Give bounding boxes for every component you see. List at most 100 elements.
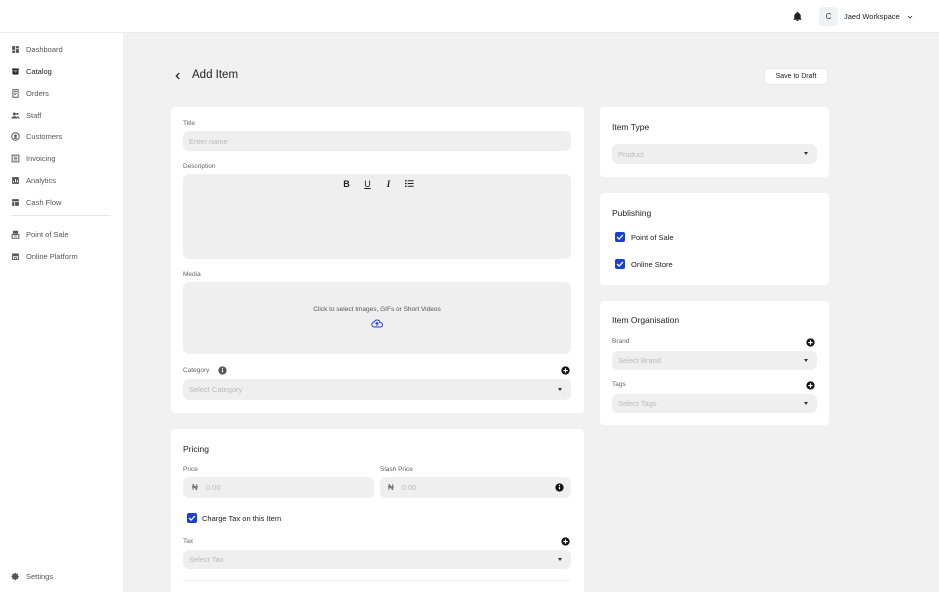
invoicing-icon — [11, 154, 20, 162]
item-type-value: Product — [618, 149, 644, 159]
sidebar-item-invoicing[interactable]: Invoicing — [11, 152, 56, 164]
caret-down-icon — [804, 401, 808, 405]
sidebar-item-analytics[interactable]: Analytics — [11, 174, 56, 186]
pricing-heading: Pricing — [183, 444, 209, 454]
online-store-checkbox[interactable] — [615, 259, 625, 269]
item-organisation-heading: Item Organisation — [612, 315, 680, 325]
media-label: Media — [183, 271, 201, 278]
media-hint: Click to select Images, GIFs or Short Vi… — [313, 306, 441, 313]
customers-icon — [11, 131, 20, 141]
sidebar: Dashboard Catalog Orders Staff Customers… — [0, 33, 123, 592]
sidebar-item-customers[interactable]: Customers — [11, 130, 62, 142]
item-type-select[interactable]: Product — [612, 144, 817, 164]
caret-down-icon — [558, 557, 562, 561]
tax-placeholder: Select Tax — [189, 555, 224, 564]
price-placeholder: 0.00 — [205, 483, 221, 492]
price-currency: ₦ — [192, 483, 198, 492]
staff-icon — [11, 112, 20, 118]
dashboard-icon — [12, 45, 19, 53]
check-icon — [188, 515, 196, 521]
add-tax-icon[interactable] — [561, 537, 570, 546]
sidebar-item-label: Settings — [26, 571, 54, 581]
pricing-divider — [183, 580, 571, 581]
add-category-icon[interactable] — [561, 366, 570, 375]
bold-icon[interactable]: B — [341, 179, 352, 189]
description-label: Description — [183, 163, 216, 170]
sidebar-item-point-of-sale[interactable]: Point of Sale — [11, 228, 69, 240]
title-input[interactable]: Enter name — [183, 131, 571, 151]
sidebar-item-catalog[interactable]: Catalog — [11, 65, 52, 77]
slash-price-label: Slash Price — [380, 466, 413, 473]
point-of-sale-option-label: Point of Sale — [631, 233, 674, 242]
sidebar-item-staff[interactable]: Staff — [11, 109, 41, 121]
slash-price-placeholder: 0.00 — [401, 483, 417, 492]
catalog-icon — [12, 68, 19, 74]
charge-tax-checkbox[interactable] — [187, 513, 197, 523]
category-placeholder: Select Category — [189, 385, 243, 394]
tax-label: Tax — [183, 538, 194, 545]
category-label: Category — [183, 367, 210, 374]
point-of-sale-checkbox[interactable] — [615, 232, 625, 242]
sidebar-item-dashboard[interactable]: Dashboard — [11, 43, 63, 55]
cash-flow-icon — [12, 198, 19, 206]
title-placeholder: Enter name — [189, 136, 228, 146]
bullet-list-icon[interactable] — [404, 178, 415, 189]
title-label: Title — [183, 120, 196, 127]
price-input[interactable]: ₦ 0.00 — [183, 477, 374, 498]
category-select[interactable]: Select Category — [183, 379, 571, 400]
caret-down-icon — [558, 387, 562, 391]
analytics-icon — [12, 176, 19, 184]
caret-down-icon — [804, 358, 808, 362]
info-icon[interactable] — [218, 366, 227, 375]
check-icon — [616, 234, 624, 240]
sidebar-item-cash-flow[interactable]: Cash Flow — [11, 196, 61, 208]
cloud-upload-icon — [371, 319, 383, 328]
chevron-left-icon — [175, 72, 180, 80]
workspace-switcher[interactable]: C Jaed Workspace — [819, 7, 914, 26]
back-button[interactable] — [173, 70, 183, 82]
brand-label: Brand — [612, 338, 630, 345]
sidebar-item-label: Catalog — [26, 66, 52, 76]
sidebar-item-label: Customers — [26, 131, 63, 141]
brand-placeholder: Select Brand — [618, 356, 661, 365]
sidebar-item-online-platform[interactable]: Online Platform — [11, 250, 78, 262]
point-of-sale-icon — [11, 230, 20, 239]
info-icon[interactable] — [555, 483, 564, 492]
underline-icon[interactable]: U — [362, 179, 373, 189]
gear-icon — [11, 572, 19, 580]
sidebar-item-label: Dashboard — [26, 44, 63, 54]
page-title: Add Item — [192, 69, 239, 81]
sidebar-divider — [11, 215, 111, 216]
tags-select[interactable]: Select Tags — [612, 394, 817, 413]
sidebar-item-orders[interactable]: Orders — [11, 87, 49, 99]
chevron-down-icon — [907, 15, 913, 19]
online-platform-icon — [12, 253, 19, 260]
sidebar-item-label: Orders — [26, 88, 49, 98]
online-store-option-label: Online Store — [631, 260, 673, 269]
sidebar-item-label: Online Platform — [26, 251, 78, 261]
add-tags-icon[interactable] — [806, 381, 815, 390]
sidebar-item-label: Staff — [26, 110, 42, 120]
workspace-avatar: C — [819, 7, 838, 26]
description-editor[interactable]: B U I — [183, 174, 571, 259]
media-upload-area[interactable]: Click to select Images, GIFs or Short Vi… — [183, 282, 571, 354]
orders-icon — [12, 88, 19, 98]
item-organisation-card: Item Organisation Brand Select Brand Tag… — [600, 301, 829, 425]
sidebar-item-settings[interactable]: Settings — [11, 570, 53, 582]
save-to-draft-button[interactable]: Save to Draft — [764, 68, 828, 85]
workspace-name: Jaed Workspace — [844, 12, 900, 21]
sidebar-item-label: Point of Sale — [26, 229, 69, 239]
add-brand-icon[interactable] — [806, 338, 815, 347]
notification-bell-icon[interactable] — [792, 11, 803, 22]
brand-select[interactable]: Select Brand — [612, 351, 817, 370]
charge-tax-label: Charge Tax on this Item — [202, 514, 282, 523]
italic-icon[interactable]: I — [383, 179, 394, 189]
tax-select[interactable]: Select Tax — [183, 550, 571, 569]
slash-price-currency: ₦ — [388, 483, 394, 492]
item-type-card: Item Type Product — [600, 107, 829, 177]
tags-label: Tags — [612, 381, 626, 388]
item-details-card: Title Enter name Description B U I Media… — [171, 107, 584, 413]
publishing-card: Publishing Point of Sale Online Store — [600, 193, 829, 285]
sidebar-item-label: Invoicing — [26, 153, 56, 163]
slash-price-input[interactable]: ₦ 0.00 — [380, 477, 571, 498]
